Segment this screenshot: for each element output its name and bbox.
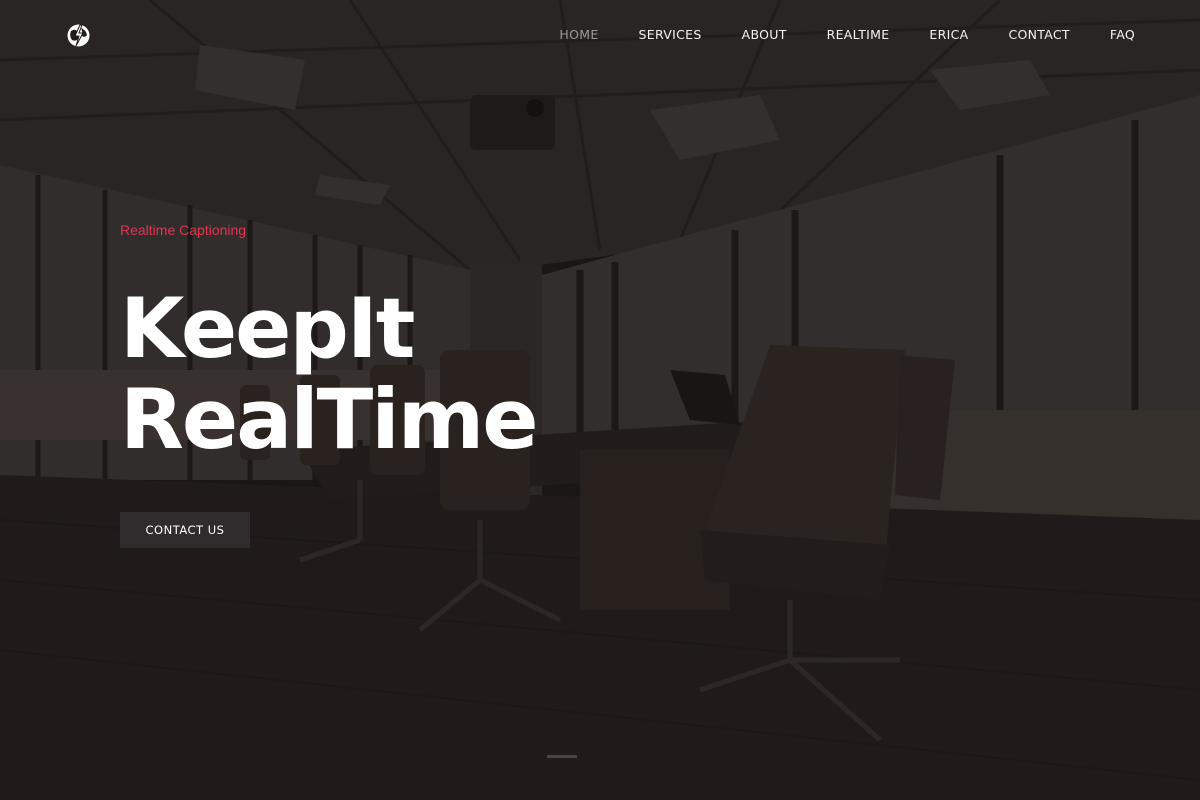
hero-title-line-1: KeepIt: [120, 280, 415, 377]
logo[interactable]: [66, 23, 91, 48]
nav-faq[interactable]: FAQ: [1090, 27, 1135, 43]
nav-erica[interactable]: ERICA: [909, 27, 988, 43]
globe-bolt-icon: [67, 24, 90, 47]
hero-eyebrow: Realtime Captioning: [120, 222, 247, 238]
nav-realtime[interactable]: REALTIME: [807, 27, 910, 43]
hero-title: KeepIt RealTime: [120, 280, 539, 468]
contact-us-button[interactable]: CONTACT US: [120, 512, 250, 548]
nav-contact[interactable]: CONTACT: [988, 27, 1089, 43]
nav-services[interactable]: SERVICES: [619, 27, 722, 43]
hero-title-line-2: RealTime: [120, 371, 539, 468]
main-nav: HOME SERVICES ABOUT REALTIME ERICA CONTA…: [539, 27, 1135, 43]
nav-home[interactable]: HOME: [539, 27, 618, 43]
nav-about[interactable]: ABOUT: [722, 27, 807, 43]
slider-indicator[interactable]: [547, 755, 577, 758]
